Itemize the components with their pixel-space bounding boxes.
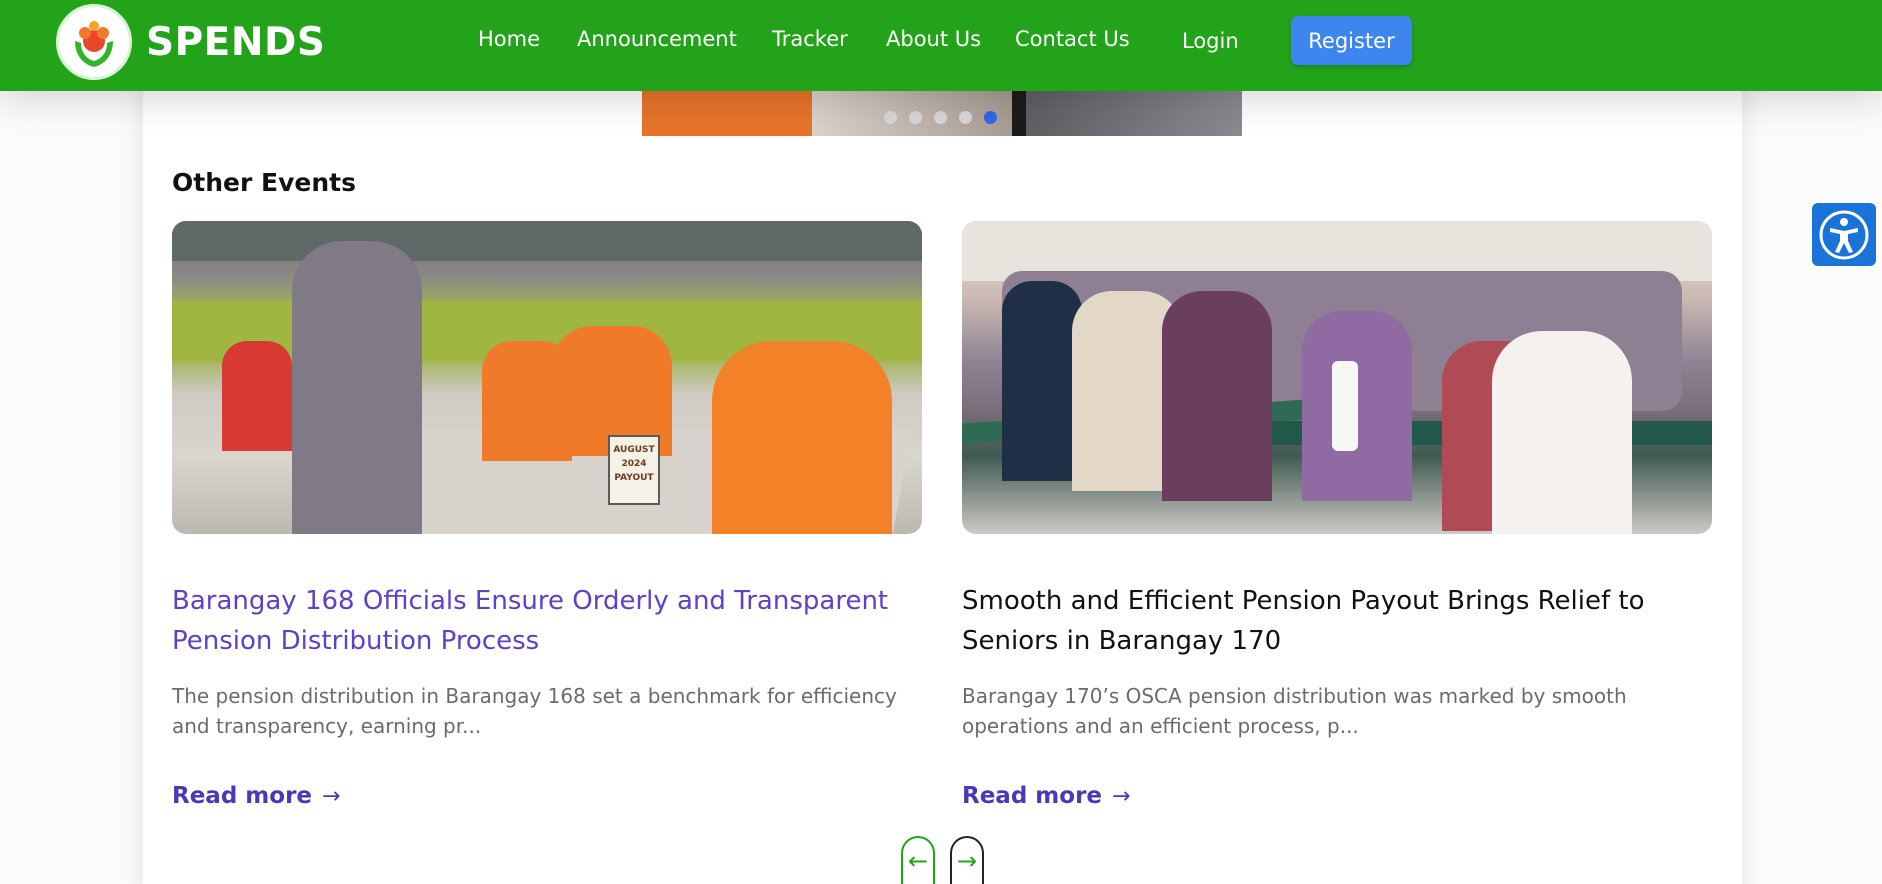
- nav-home[interactable]: Home: [478, 27, 540, 51]
- arrow-right-icon: →: [956, 847, 978, 875]
- accessibility-button[interactable]: [1812, 203, 1876, 266]
- read-more-link[interactable]: Read more →: [962, 783, 1130, 809]
- event-title-link[interactable]: Barangay 168 Officials Ensure Orderly an…: [172, 581, 922, 661]
- nav-contact-us[interactable]: Contact Us: [1015, 27, 1130, 51]
- spends-logo-icon: [56, 4, 132, 80]
- carousel-dot-3[interactable]: [934, 111, 947, 124]
- arrow-right-icon: →: [322, 783, 341, 809]
- register-button[interactable]: Register: [1291, 16, 1412, 65]
- carousel-dot-1[interactable]: [884, 111, 897, 124]
- brand-name: SPENDS: [146, 19, 326, 65]
- carousel-dot-4[interactable]: [959, 111, 972, 124]
- nav-login[interactable]: Login: [1182, 29, 1239, 53]
- carousel-dot-5[interactable]: [984, 111, 997, 124]
- event-image[interactable]: [962, 221, 1712, 534]
- next-button[interactable]: →: [950, 836, 984, 884]
- event-image[interactable]: AUGUST 2024 PAYOUT: [172, 221, 922, 534]
- read-more-link[interactable]: Read more →: [172, 783, 340, 809]
- nav-about-us[interactable]: About Us: [886, 27, 981, 51]
- section-title: Other Events: [172, 168, 356, 197]
- payout-sign: AUGUST 2024 PAYOUT: [608, 435, 660, 505]
- nav-announcement[interactable]: Announcement: [577, 27, 737, 51]
- brand-logo-link[interactable]: SPENDS: [56, 4, 325, 80]
- carousel-dots: [884, 111, 997, 124]
- accessibility-icon: [1819, 210, 1869, 259]
- top-navbar: SPENDS Home Announcement Tracker About U…: [0, 0, 1882, 91]
- carousel-dot-2[interactable]: [909, 111, 922, 124]
- read-more-label: Read more: [962, 783, 1103, 809]
- read-more-label: Read more: [172, 783, 313, 809]
- event-title-link[interactable]: Smooth and Efficient Pension Payout Brin…: [962, 581, 1712, 661]
- arrow-right-icon: →: [1112, 783, 1131, 809]
- event-description: The pension distribution in Barangay 168…: [172, 684, 897, 738]
- arrow-left-icon: ←: [907, 847, 929, 875]
- event-card: AUGUST 2024 PAYOUT Barangay 168 Official…: [172, 221, 922, 741]
- event-description: Barangay 170’s OSCA pension distribution…: [962, 684, 1627, 738]
- nav-tracker[interactable]: Tracker: [772, 27, 848, 51]
- event-card: Smooth and Efficient Pension Payout Brin…: [962, 221, 1712, 741]
- prev-button[interactable]: ←: [901, 836, 935, 884]
